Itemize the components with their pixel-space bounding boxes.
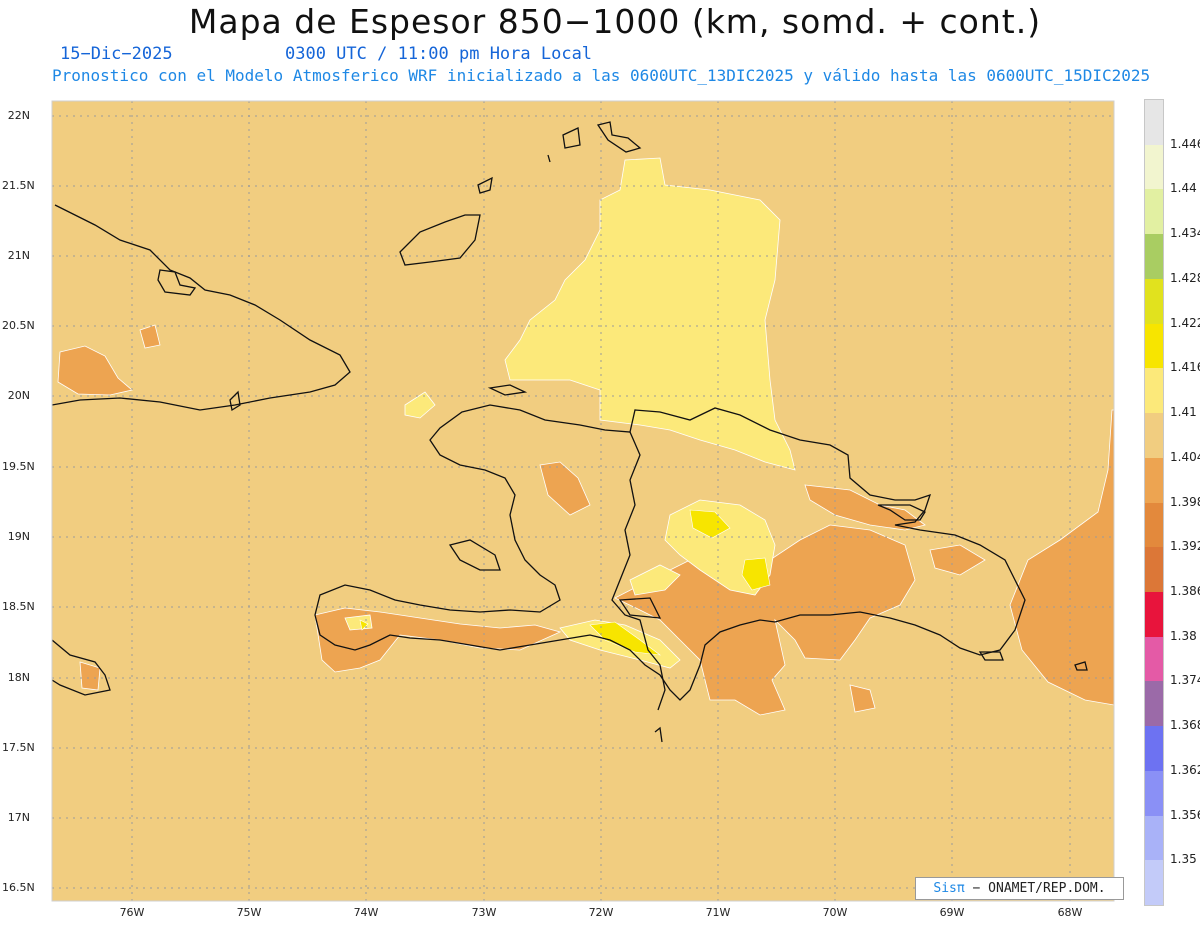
color-scale-label: 1.35: [1170, 852, 1197, 867]
lat-label-21n: 21N: [7, 249, 30, 262]
color-scale-segment: [1145, 144, 1163, 190]
color-scale-label: 1.434: [1170, 226, 1200, 241]
lon-label-71w: 71W: [705, 906, 731, 919]
credit-sis: Sisπ: [933, 881, 965, 896]
color-scale-label: 1.446: [1170, 136, 1200, 151]
color-scale-label: 1.392: [1170, 539, 1200, 554]
lat-label-17n: 17N: [7, 811, 30, 824]
color-scale-label: 1.362: [1170, 762, 1200, 777]
color-scale-label: 1.356: [1170, 807, 1200, 822]
map-overlay: [51, 100, 1115, 902]
lat-label-20n: 20N: [7, 389, 30, 402]
lat-label-18n: 18N: [7, 671, 30, 684]
color-scale-label: 1.398: [1170, 494, 1200, 509]
lon-label-76w: 76W: [119, 906, 145, 919]
color-scale-segment: [1145, 770, 1163, 816]
color-scale-segment: [1145, 368, 1163, 414]
color-scale-segment: [1145, 502, 1163, 548]
color-scale-label: 1.428: [1170, 270, 1200, 285]
lon-label-69w: 69W: [939, 906, 965, 919]
credit-org: − ONAMET/REP.DOM.: [972, 881, 1106, 896]
lon-label-70w: 70W: [822, 906, 848, 919]
color-scale-label: 1.386: [1170, 583, 1200, 598]
color-scale-label: 1.374: [1170, 673, 1200, 688]
lon-label-73w: 73W: [471, 906, 497, 919]
lat-label-18-5n: 18.5N: [2, 600, 35, 613]
color-scale-segment: [1145, 100, 1163, 145]
color-scale-label: 1.41: [1170, 405, 1197, 420]
color-scale-label: 1.422: [1170, 315, 1200, 330]
lon-label-74w: 74W: [353, 906, 379, 919]
coastlines: [52, 121, 1088, 743]
lon-label-72w: 72W: [588, 906, 614, 919]
color-scale-segment: [1145, 815, 1163, 861]
color-scale-label: 1.368: [1170, 718, 1200, 733]
color-scale-segment: [1145, 189, 1163, 235]
color-scale-segment: [1145, 591, 1163, 637]
lon-label-75w: 75W: [236, 906, 262, 919]
color-scale-label: 1.404: [1170, 449, 1200, 464]
color-scale-segment: [1145, 413, 1163, 459]
color-scale-label: 1.416: [1170, 360, 1200, 375]
color-scale-segment: [1145, 234, 1163, 280]
lat-label-19n: 19N: [7, 530, 30, 543]
lat-label-20-5n: 20.5N: [2, 319, 35, 332]
color-scale-segment: [1145, 636, 1163, 682]
lon-label-68w: 68W: [1057, 906, 1083, 919]
lat-label-22n: 22N: [7, 109, 30, 122]
color-scale-label: 1.38: [1170, 628, 1197, 643]
color-scale-segment: [1145, 323, 1163, 369]
lat-label-19-5n: 19.5N: [2, 460, 35, 473]
color-scale-segment: [1145, 547, 1163, 593]
color-scale-segment: [1145, 278, 1163, 324]
color-scale-segment: [1145, 681, 1163, 727]
lat-label-17-5n: 17.5N: [2, 741, 35, 754]
color-scale-bar: [1144, 99, 1164, 906]
color-scale-segment: [1145, 860, 1163, 906]
color-scale-segment: [1145, 726, 1163, 772]
color-scale-label: 1.44: [1170, 181, 1197, 196]
lat-label-21-5n: 21.5N: [2, 179, 35, 192]
lat-label-16-5n: 16.5N: [2, 881, 35, 894]
color-scale-segment: [1145, 457, 1163, 503]
credit-box: Sisπ − ONAMET/REP.DOM.: [915, 877, 1124, 900]
